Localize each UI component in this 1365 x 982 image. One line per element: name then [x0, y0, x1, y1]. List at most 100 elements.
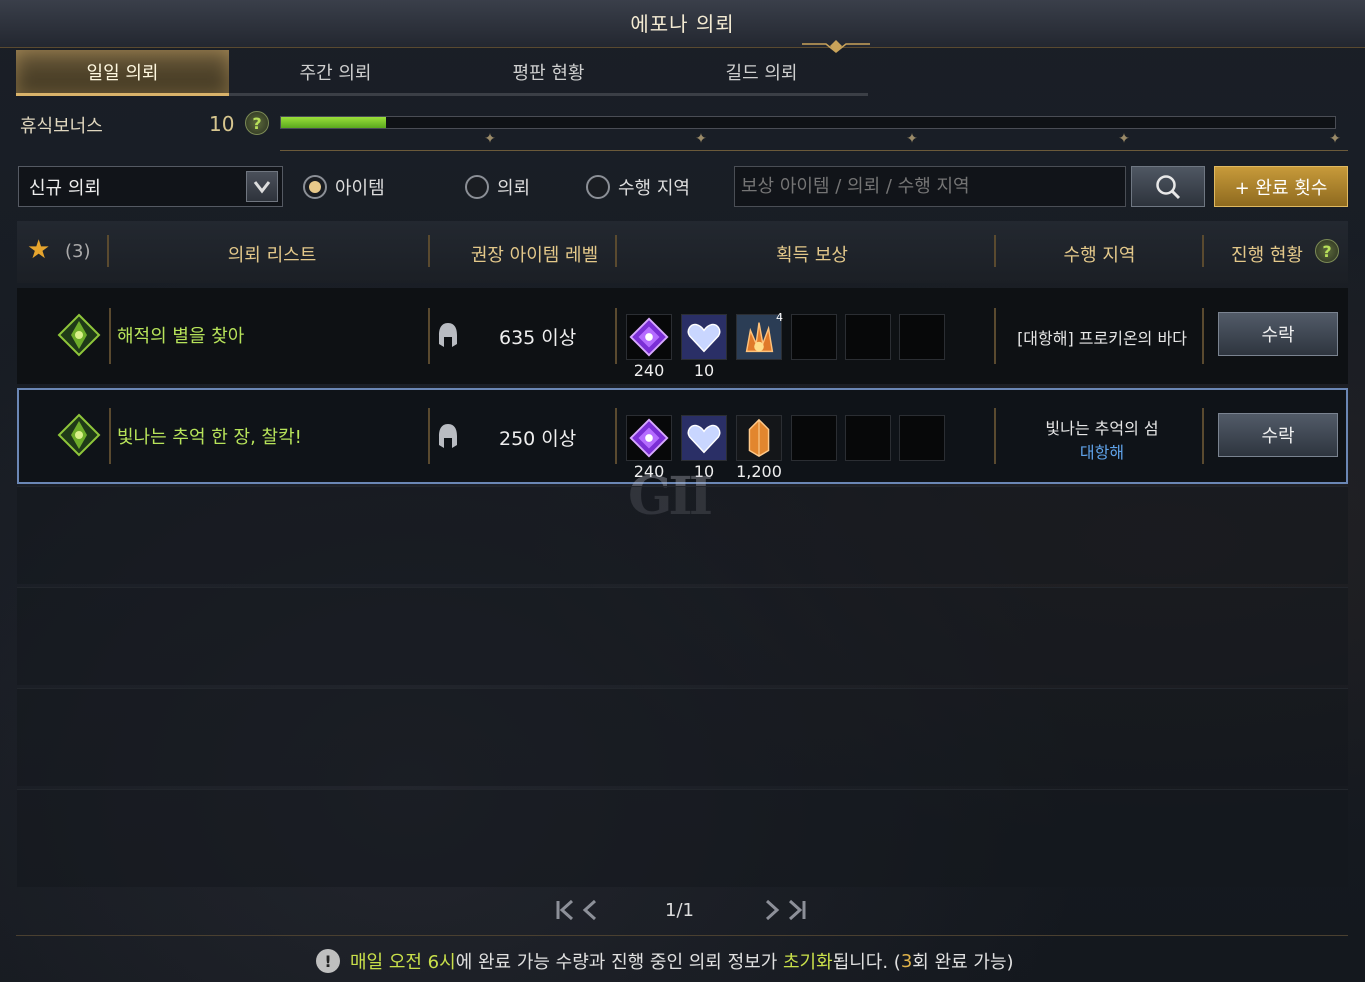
- radio-region[interactable]: 수행 지역: [586, 174, 690, 200]
- divider: [615, 308, 617, 364]
- header-region: 수행 지역: [1063, 245, 1136, 266]
- rest-tick-icon: ✦: [906, 131, 918, 147]
- reward-slot[interactable]: [681, 415, 727, 461]
- helmet-icon: [439, 424, 457, 448]
- tab-bar: 일일 의뢰 주간 의뢰 평판 현황 길드 의뢰: [16, 50, 868, 96]
- notice-highlight: 초기화: [783, 952, 833, 973]
- reward-slot-empty: [791, 314, 837, 360]
- search-button[interactable]: [1131, 166, 1205, 207]
- divider: [1202, 408, 1204, 464]
- empty-list-row: [17, 587, 1348, 685]
- quest-row[interactable]: 해적의 별을 찾아 635 이상 240 10 4 [대항해] 프로키온의 바다…: [17, 288, 1348, 384]
- divider: [16, 935, 1348, 936]
- radio-item-label: 아이템: [335, 178, 385, 199]
- first-page-button[interactable]: [555, 898, 599, 928]
- blue-heart-gem-icon: [682, 315, 726, 359]
- empty-list-row: [17, 789, 1348, 887]
- rest-tick-icon: ✦: [484, 131, 496, 147]
- notice-text: 회 완료 가능): [912, 952, 1014, 973]
- rest-tick-icon: ✦: [1118, 131, 1130, 147]
- quest-region-sub: 대항해: [1079, 443, 1125, 462]
- reward-slot[interactable]: 4: [736, 311, 783, 360]
- window-titlebar[interactable]: 에포나 의뢰: [0, 0, 1365, 53]
- header-quest-list: 의뢰 리스트: [227, 245, 317, 266]
- helmet-icon: [439, 323, 457, 347]
- purple-gem-icon: [629, 317, 669, 357]
- quest-level: 250 이상: [499, 428, 577, 450]
- divider: [1202, 235, 1204, 267]
- progress-help-icon[interactable]: ?: [1315, 239, 1339, 263]
- divider: [280, 150, 1348, 151]
- header-item-level: 권장 아이템 레벨: [470, 245, 599, 266]
- reward-slot-empty: [845, 415, 891, 461]
- quest-name: 빛나는 추억 한 장, 찰칵!: [117, 427, 302, 448]
- divider: [994, 308, 996, 364]
- reward-slot[interactable]: [626, 415, 672, 461]
- reward-count: 10: [693, 361, 715, 380]
- header-progress: 진행 현황: [1231, 245, 1303, 266]
- radio-empty-icon: [465, 175, 489, 199]
- favorites-count: (3): [65, 241, 91, 262]
- quest-type-dropdown[interactable]: 신규 의뢰: [18, 166, 283, 207]
- quest-level: 635 이상: [499, 327, 577, 349]
- reward-count: 240: [633, 361, 665, 380]
- radio-quest-label: 의뢰: [497, 178, 531, 199]
- reward-count: 1,200: [736, 462, 782, 481]
- chevron-down-icon[interactable]: [246, 171, 278, 202]
- search-input[interactable]: [734, 166, 1126, 207]
- quest-emblem-icon: [57, 313, 101, 357]
- divider: [428, 308, 430, 364]
- reward-slot[interactable]: [626, 314, 672, 360]
- blue-heart-gem-icon: [682, 416, 726, 460]
- accept-button[interactable]: 수락: [1218, 312, 1338, 356]
- star-icon[interactable]: ★: [27, 235, 50, 265]
- quest-region: 빛나는 추억의 섬: [1045, 419, 1159, 438]
- notice-text: 됩니다. (: [832, 952, 901, 973]
- orange-crystal-icon: [737, 416, 781, 460]
- notice-highlight: 매일 오전 6시: [350, 952, 456, 973]
- radio-empty-icon: [586, 175, 610, 199]
- rest-tick-icon: ✦: [1329, 131, 1341, 147]
- rest-tick-icon: ✦: [695, 131, 707, 147]
- divider: [1202, 308, 1204, 364]
- reward-slot[interactable]: [736, 415, 782, 461]
- quest-region: [대항해] 프로키온의 바다: [1017, 329, 1187, 348]
- divider: [109, 308, 111, 364]
- tab-daily[interactable]: 일일 의뢰: [16, 50, 229, 96]
- tab-weekly[interactable]: 주간 의뢰: [229, 50, 442, 96]
- alert-icon: !: [316, 949, 340, 973]
- list-header: ★ (3) 의뢰 리스트 권장 아이템 레벨 획득 보상 수행 지역 진행 현황…: [17, 221, 1348, 283]
- accept-button[interactable]: 수락: [1218, 413, 1338, 457]
- reset-notice: ! 매일 오전 6시 에 완료 가능 수량과 진행 중인 의뢰 정보가 초기화 …: [316, 948, 1014, 974]
- rest-bonus-label: 휴식보너스: [20, 116, 103, 137]
- dropdown-value: 신규 의뢰: [29, 177, 101, 199]
- radio-item[interactable]: 아이템: [303, 174, 385, 200]
- rest-bonus-bar: [280, 116, 1336, 129]
- divider: [107, 235, 109, 267]
- last-page-button[interactable]: [763, 898, 807, 928]
- rest-bonus-help-icon[interactable]: ?: [245, 111, 269, 135]
- reward-badge: 4: [776, 311, 783, 324]
- empty-list-row: [17, 486, 1348, 584]
- page-indicator: 1/1: [665, 900, 694, 921]
- reward-slot-empty: [845, 314, 891, 360]
- divider: [994, 235, 996, 267]
- empty-list-row: [17, 688, 1348, 786]
- radio-selected-icon: [303, 175, 327, 199]
- rest-bonus-fill: [281, 117, 387, 128]
- divider: [615, 408, 617, 464]
- tab-guild[interactable]: 길드 의뢰: [655, 50, 868, 96]
- reward-slot-empty: [899, 415, 945, 461]
- radio-quest[interactable]: 의뢰: [465, 174, 530, 200]
- quest-name: 해적의 별을 찾아: [117, 326, 245, 347]
- complete-count-button[interactable]: + 완료 횟수: [1214, 166, 1348, 207]
- reward-slot-empty: [899, 314, 945, 360]
- reward-slot[interactable]: [681, 314, 727, 360]
- orange-crystal-cluster-icon: [737, 315, 781, 359]
- divider: [994, 408, 996, 464]
- reward-slot-empty: [791, 415, 837, 461]
- tab-reputation[interactable]: 평판 현황: [442, 50, 655, 96]
- window-title: 에포나 의뢰: [630, 12, 735, 36]
- quest-emblem-icon: [57, 413, 101, 457]
- search-icon: [1156, 174, 1181, 199]
